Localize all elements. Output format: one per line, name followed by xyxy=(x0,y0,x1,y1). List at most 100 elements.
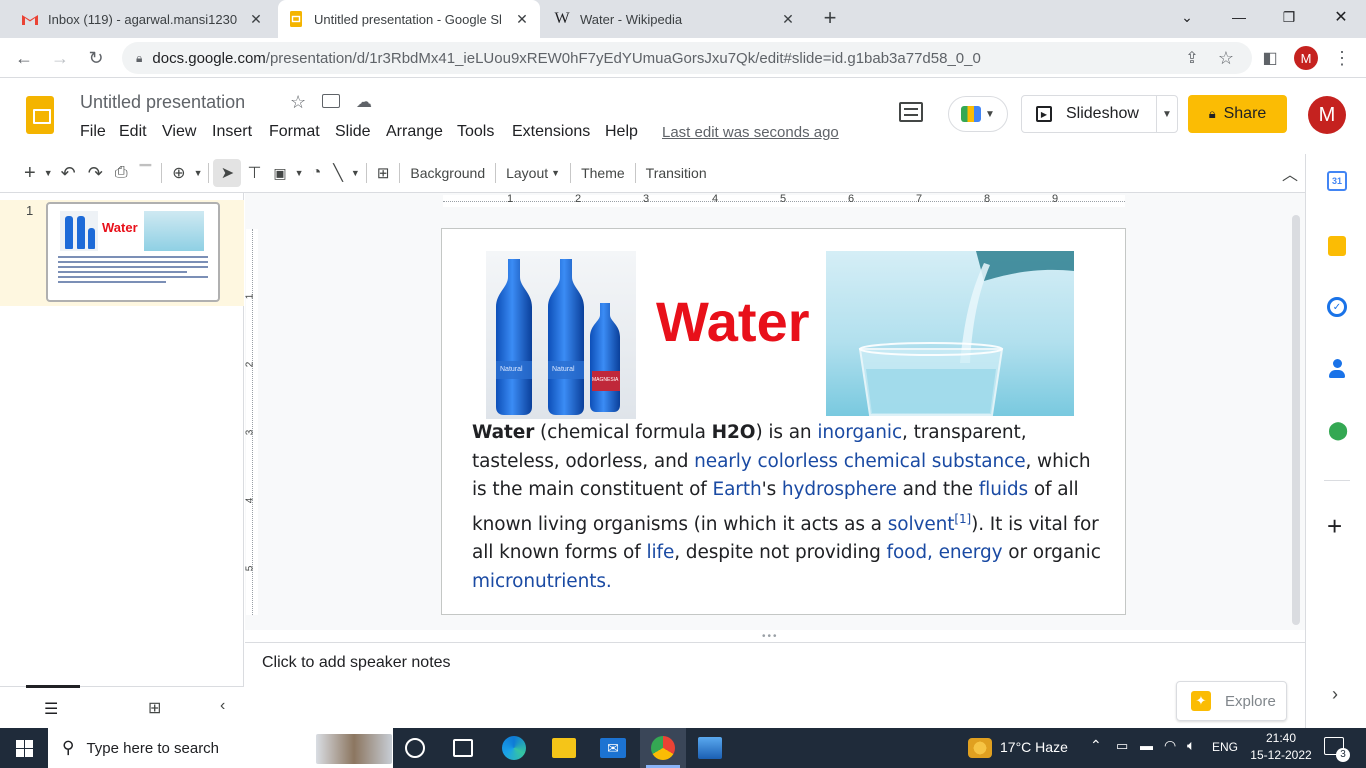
language-indicator[interactable]: ENG xyxy=(1212,740,1238,754)
line-icon[interactable]: ╲ xyxy=(327,159,349,187)
bookmark-star-icon[interactable]: ☆ xyxy=(1212,44,1240,72)
slideshow-dropdown-icon[interactable]: ▼ xyxy=(1162,109,1172,120)
shape-icon[interactable]: ◔ xyxy=(306,159,328,187)
line-dropdown-icon[interactable]: ▼ xyxy=(349,159,362,187)
windows-start-icon[interactable] xyxy=(16,740,33,757)
profile-avatar[interactable]: M xyxy=(1294,46,1318,70)
menu-edit[interactable]: Edit xyxy=(119,123,147,141)
grid-view-icon[interactable]: ⊞ xyxy=(148,698,161,718)
meet-button[interactable]: ▼ xyxy=(948,96,1008,132)
link-inorganic[interactable]: inorganic xyxy=(817,422,902,443)
menu-arrange[interactable]: Arrange xyxy=(386,123,443,141)
print-icon[interactable]: ⎙ xyxy=(109,159,134,187)
slide-title[interactable]: Water xyxy=(656,289,810,354)
tab-search-chevron-icon[interactable]: ⌄ xyxy=(1164,0,1210,34)
taskbar-search-box[interactable]: ⚲ Type here to search xyxy=(48,728,393,768)
show-hidden-icons-icon[interactable]: ⌃ xyxy=(1090,737,1102,754)
slide-1[interactable]: Natural Natural MAGNESIA Water Water (ch… xyxy=(441,228,1126,615)
collapse-filmstrip-icon[interactable]: ‹ xyxy=(220,697,225,715)
minimize-icon[interactable]: — xyxy=(1216,0,1262,34)
explore-button[interactable]: ✦ Explore xyxy=(1176,681,1287,721)
more-menu-icon[interactable]: ⋮ xyxy=(1328,44,1356,72)
paint-format-icon[interactable]: ▔ xyxy=(134,159,158,187)
side-panel-icon[interactable]: ◧ xyxy=(1256,44,1284,72)
calendar-icon[interactable]: 31 xyxy=(1327,171,1347,191)
photos-icon[interactable] xyxy=(698,737,722,759)
link-chemical-substance[interactable]: nearly colorless chemical substance xyxy=(694,451,1025,472)
slide-body-text[interactable]: Water (chemical formula H2O) is an inorg… xyxy=(472,419,1102,596)
image-dropdown-icon[interactable]: ▼ xyxy=(293,159,306,187)
file-explorer-icon[interactable] xyxy=(552,738,576,758)
link-hydrosphere[interactable]: hydrosphere xyxy=(782,479,897,500)
link-fluids[interactable]: fluids xyxy=(979,479,1028,500)
insert-image-icon[interactable]: ▣ xyxy=(267,159,292,187)
reload-icon[interactable]: ↻ xyxy=(82,44,110,72)
back-icon[interactable]: ← xyxy=(10,44,38,72)
move-folder-icon[interactable] xyxy=(322,94,340,108)
add-comment-icon[interactable]: ⊞ xyxy=(371,159,396,187)
link-life[interactable]: life xyxy=(646,542,674,563)
volume-icon[interactable]: 🔈︎ xyxy=(1187,737,1195,754)
link-micronutrients[interactable]: micronutrients xyxy=(472,571,606,592)
notes-resize-handle[interactable]: ••• xyxy=(762,631,779,642)
select-cursor-icon[interactable]: ➤ xyxy=(213,159,242,187)
wifi-icon[interactable]: ◠ xyxy=(1164,737,1176,754)
menu-file[interactable]: File xyxy=(80,123,106,141)
close-tab-icon[interactable]: ✕ xyxy=(780,11,796,28)
canvas-scrollbar[interactable] xyxy=(1292,215,1300,625)
collapse-toolbar-icon[interactable]: ︿ xyxy=(1276,159,1304,187)
zoom-icon[interactable]: ⊕ xyxy=(166,159,191,187)
slideshow-button[interactable]: ▶ Slideshow ▼ xyxy=(1021,95,1178,133)
star-icon[interactable]: ☆ xyxy=(290,92,306,113)
redo-icon[interactable]: ↷ xyxy=(82,159,109,187)
contacts-icon[interactable] xyxy=(1328,359,1346,379)
document-title[interactable]: Untitled presentation xyxy=(80,92,245,113)
tab-slides[interactable]: Untitled presentation - Google Sl ✕ xyxy=(278,0,540,38)
close-window-icon[interactable]: ✕ xyxy=(1318,0,1364,34)
zoom-dropdown-icon[interactable]: ▼ xyxy=(192,159,205,187)
edge-icon[interactable] xyxy=(502,736,526,760)
mail-icon[interactable]: ✉ xyxy=(600,738,626,758)
slides-logo-icon[interactable] xyxy=(26,96,54,134)
share-page-icon[interactable]: ⇪ xyxy=(1178,44,1206,72)
tab-gmail[interactable]: Inbox (119) - agarwal.mansi1230 ✕ xyxy=(12,0,274,38)
maps-icon[interactable]: ⬤ xyxy=(1328,420,1348,440)
clock-time[interactable]: 21:40 xyxy=(1252,731,1310,745)
glass-of-water-image[interactable] xyxy=(826,251,1074,416)
menu-tools[interactable]: Tools xyxy=(457,123,494,141)
bottles-image[interactable]: Natural Natural MAGNESIA xyxy=(486,251,636,419)
new-slide-icon[interactable]: + xyxy=(18,159,42,187)
meet-now-icon[interactable]: ▭ xyxy=(1116,738,1128,754)
forward-icon[interactable]: → xyxy=(46,44,74,72)
new-slide-dropdown-icon[interactable]: ▼ xyxy=(42,159,55,187)
menu-format[interactable]: Format xyxy=(269,123,320,141)
slide-thumbnail[interactable]: Water xyxy=(46,202,220,302)
clock-date[interactable]: 15-12-2022 xyxy=(1246,748,1316,762)
task-view-icon[interactable] xyxy=(453,739,473,757)
menu-help[interactable]: Help xyxy=(605,123,638,141)
battery-icon[interactable]: ▬ xyxy=(1140,738,1153,753)
tasks-icon[interactable]: ✓ xyxy=(1327,297,1347,317)
tab-wikipedia[interactable]: W Water - Wikipedia ✕ xyxy=(544,0,806,38)
add-addon-icon[interactable]: + xyxy=(1327,513,1342,539)
menu-view[interactable]: View xyxy=(162,123,196,141)
citation-ref[interactable]: [1] xyxy=(954,512,971,526)
keep-icon[interactable] xyxy=(1328,236,1346,256)
share-button[interactable]: 🔒︎ Share xyxy=(1188,95,1287,133)
weather-icon[interactable] xyxy=(968,738,992,758)
comments-icon[interactable] xyxy=(899,102,923,122)
text-box-icon[interactable]: ⊤ xyxy=(241,159,267,187)
transition-button[interactable]: Transition xyxy=(640,159,713,187)
speaker-notes-panel[interactable]: Click to add speaker notes ✦ Explore xyxy=(245,642,1305,728)
speaker-notes-placeholder[interactable]: Click to add speaker notes xyxy=(262,654,451,672)
new-tab-icon[interactable]: + xyxy=(818,6,842,30)
link-earth[interactable]: Earth xyxy=(712,479,761,500)
menu-slide[interactable]: Slide xyxy=(335,123,371,141)
omnibox[interactable]: 🔒︎ docs.google.com/presentation/d/1r3Rbd… xyxy=(122,42,1252,74)
background-button[interactable]: Background xyxy=(404,159,491,187)
undo-icon[interactable]: ↶ xyxy=(55,159,82,187)
restore-icon[interactable]: ❐ xyxy=(1266,0,1312,34)
weather-text[interactable]: 17°C Haze xyxy=(1000,739,1068,755)
close-tab-icon[interactable]: ✕ xyxy=(248,11,264,28)
cortana-icon[interactable] xyxy=(405,738,425,758)
